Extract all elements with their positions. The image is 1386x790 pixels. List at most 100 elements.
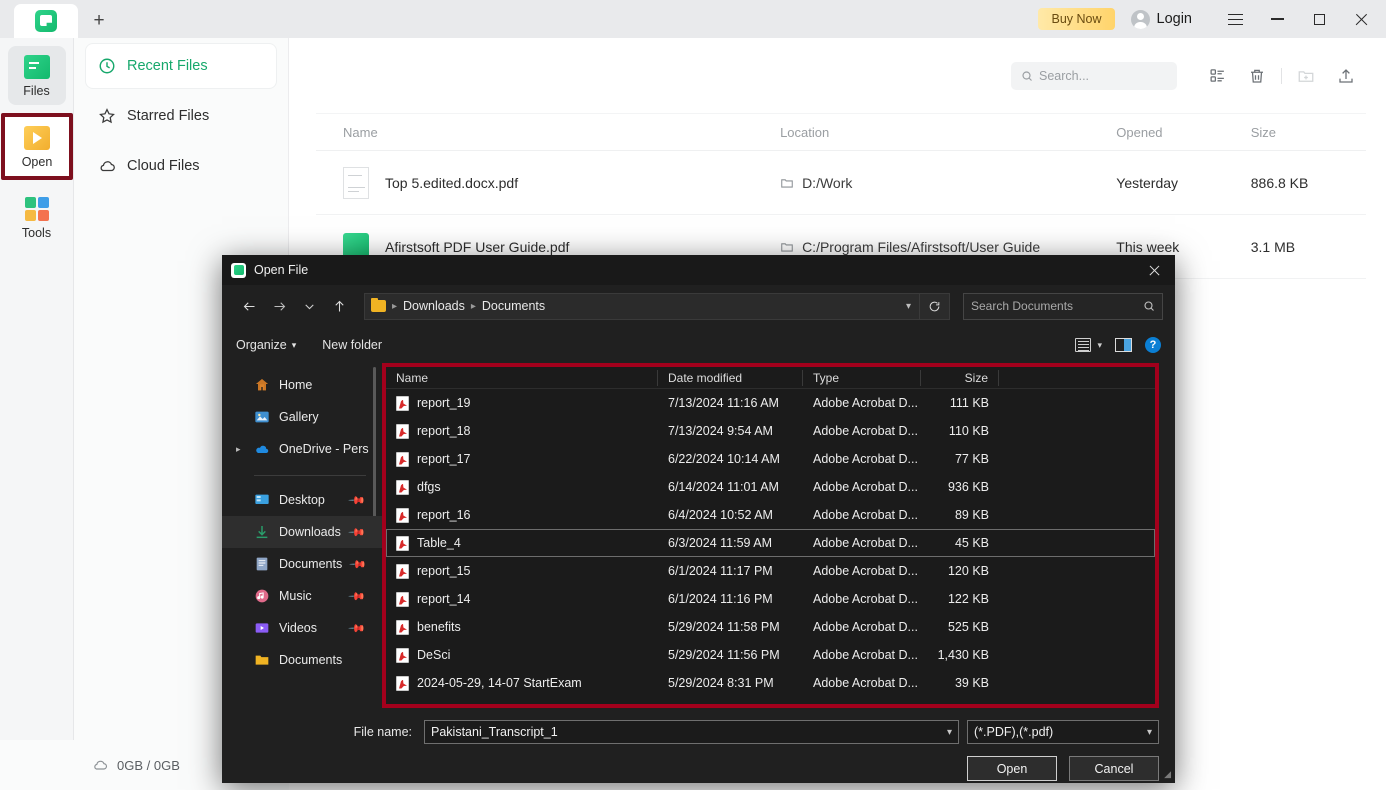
open-folder-icon [24,126,50,150]
close-button[interactable] [1340,0,1382,38]
breadcrumb-downloads[interactable]: Downloads [403,299,465,313]
file-type: Adobe Acrobat D... [813,396,918,410]
sidebar-item-documents-folder[interactable]: Documents [222,644,382,676]
refresh-button[interactable] [920,292,950,320]
file-type: Adobe Acrobat D... [813,480,918,494]
new-tab-button[interactable]: + [82,4,116,38]
pin-icon[interactable]: 📌 [348,491,367,509]
open-button[interactable]: Open [967,756,1057,781]
new-folder-icon [1298,70,1314,82]
file-row[interactable]: report_18 7/13/2024 9:54 AM Adobe Acroba… [386,417,1155,445]
organize-button[interactable]: Organize ▾ [236,338,296,352]
file-row[interactable]: report_14 6/1/2024 11:16 PM Adobe Acroba… [386,585,1155,613]
sidebar-label-music: Music [279,589,312,603]
recent-locations-button[interactable] [294,291,324,321]
file-date: 5/29/2024 11:56 PM [668,648,780,662]
chevron-down-icon[interactable]: ▾ [906,301,913,312]
new-folder-button[interactable]: New folder [322,338,382,352]
file-row[interactable]: report_19 7/13/2024 11:16 AM Adobe Acrob… [386,389,1155,417]
file-row[interactable]: 2024-05-29, 14-07 StartExam 5/29/2024 8:… [386,669,1155,697]
pin-icon[interactable]: 📌 [349,555,368,573]
file-name: DeSci [417,648,451,662]
column-header-size[interactable]: Size [1251,125,1366,140]
file-row[interactable]: report_15 6/1/2024 11:17 PM Adobe Acroba… [386,557,1155,585]
sidebar-item-label-open: Open [21,155,53,169]
chevron-down-icon[interactable]: ▾ [947,727,952,738]
address-bar[interactable]: ▸ Downloads ▸ Documents ▾ [364,292,920,320]
search-input[interactable]: Search... [1011,61,1177,90]
nav-item-cloud-files[interactable]: Cloud Files [86,144,276,188]
file-row[interactable]: report_16 6/4/2024 10:52 AM Adobe Acroba… [386,501,1155,529]
trash-button[interactable] [1237,56,1277,96]
up-button[interactable] [324,291,354,321]
upload-button[interactable] [1326,56,1366,96]
main-menu-button[interactable] [1214,0,1256,38]
sidebar-item-gallery[interactable]: Gallery [222,401,382,433]
minimize-button[interactable] [1256,0,1298,38]
nav-item-recent-files[interactable]: Recent Files [86,44,276,88]
sidebar-item-onedrive[interactable]: ▸ OneDrive - Pers [222,433,382,465]
column-header-location[interactable]: Location [780,125,1116,140]
preview-pane-icon[interactable] [1115,338,1132,352]
file-row[interactable]: DeSci 5/29/2024 11:56 PM Adobe Acrobat D… [386,641,1155,669]
breadcrumb-documents[interactable]: Documents [482,299,545,313]
folder-icon [781,178,793,188]
resize-grip[interactable]: ◢ [1164,769,1171,780]
forward-button[interactable] [264,291,294,321]
file-row-selected[interactable]: Table_4 6/3/2024 11:59 AM Adobe Acrobat … [386,529,1155,557]
tab-document-1[interactable] [14,4,78,38]
buy-now-button[interactable]: Buy Now [1038,8,1115,30]
file-type-select[interactable]: (*.PDF),(*.pdf) ▾ [967,720,1159,744]
command-bar-right: ▾ ? [1075,337,1161,353]
sidebar-item-home[interactable]: Home [222,369,382,401]
column-header-name[interactable]: Name [386,369,658,386]
app-titlebar: + Buy Now Login [0,0,1386,38]
maximize-button[interactable] [1298,0,1340,38]
close-icon [1355,13,1368,26]
sidebar-item-music[interactable]: Music 📌 [222,580,382,612]
sidebar-item-tools[interactable]: Tools [8,188,66,247]
pin-icon[interactable]: 📌 [348,619,367,637]
sidebar-item-open[interactable]: Open [1,113,73,180]
file-size: 77 KB [954,452,989,466]
column-header-opened[interactable]: Opened [1116,125,1250,140]
column-header-type[interactable]: Type [803,369,921,386]
column-header-size[interactable]: Size [921,369,999,386]
arrow-up-icon [334,300,344,311]
nav-item-starred-files[interactable]: Starred Files [86,94,276,138]
folder-icon [781,242,793,252]
sidebar-item-files[interactable]: Files [7,46,66,105]
file-row[interactable]: dfgs 6/14/2024 11:01 AM Adobe Acrobat D.… [386,473,1155,501]
table-row[interactable]: Top 5.edited.docx.pdf D:/Work Yesterday … [316,151,1366,215]
file-row[interactable]: report_17 6/22/2024 10:14 AM Adobe Acrob… [386,445,1155,473]
cancel-button[interactable]: Cancel [1069,756,1159,781]
chevron-down-icon: ▾ [1097,339,1102,350]
dialog-search-input[interactable]: Search Documents [963,292,1163,320]
pin-icon[interactable]: 📌 [348,587,367,605]
chevron-right-icon[interactable]: ▸ [236,444,241,455]
dialog-close-button[interactable] [1133,255,1175,285]
column-header-date-modified[interactable]: Date modified [658,369,803,386]
chevron-down-icon[interactable]: ▾ [1147,727,1152,738]
sidebar-item-documents-lib[interactable]: Documents 📌 [222,548,382,580]
file-date: 6/4/2024 10:52 AM [668,508,773,522]
help-icon[interactable]: ? [1145,337,1161,353]
file-row[interactable]: benefits 5/29/2024 11:58 PM Adobe Acroba… [386,613,1155,641]
back-button[interactable] [234,291,264,321]
new-folder-button[interactable] [1286,56,1326,96]
sidebar-item-videos[interactable]: Videos 📌 [222,612,382,644]
list-view-button[interactable] [1197,56,1237,96]
search-icon [1144,301,1154,311]
column-header-name[interactable]: Name [343,125,780,140]
pdf-icon [396,507,409,523]
file-date: 5/29/2024 8:31 PM [668,676,774,690]
dialog-command-bar: Organize ▾ New folder ▾ ? [222,327,1175,363]
sidebar-item-desktop[interactable]: Desktop 📌 [222,484,382,516]
login-button[interactable]: Login [1130,9,1192,29]
pin-icon[interactable]: 📌 [348,523,367,541]
sidebar-item-downloads[interactable]: Downloads 📌 [222,516,382,548]
arrow-left-icon [243,301,254,311]
file-name-input[interactable]: Pakistani_Transcript_1 ▾ [424,720,959,744]
row-location: C:/Program Files/Afirstsoft/User Guide [802,238,1041,255]
view-mode-button[interactable]: ▾ [1075,338,1102,352]
